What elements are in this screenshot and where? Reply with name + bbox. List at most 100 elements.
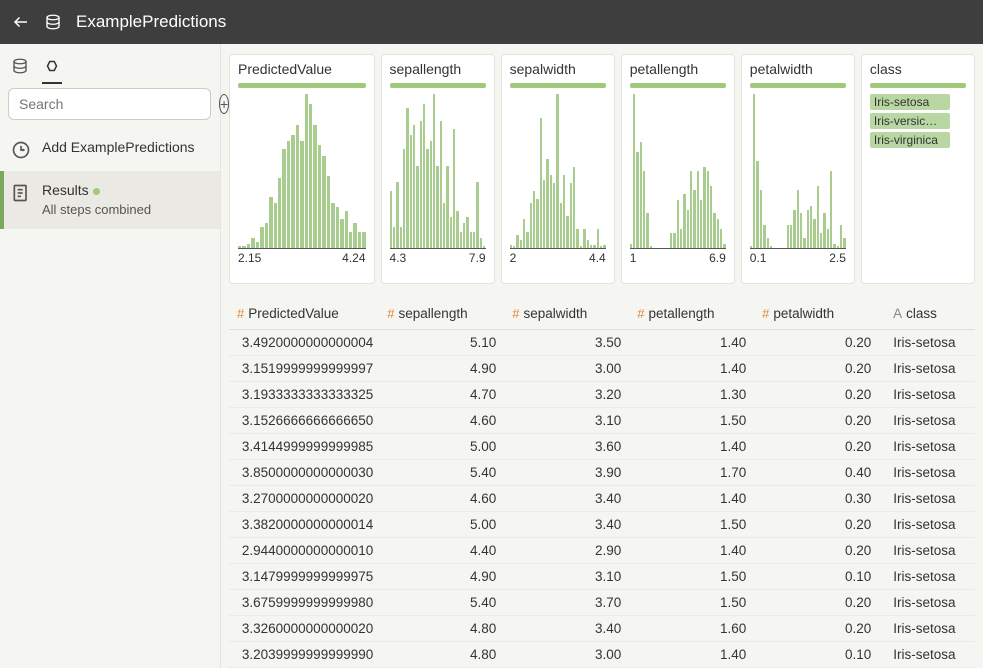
table-row[interactable]: 3.19333333333333254.703.201.300.20Iris-s… (229, 382, 975, 408)
column-card[interactable]: sepallength4.37.9 (381, 54, 495, 284)
category-list: Iris-setosaIris-versic…Iris-virginica (870, 94, 966, 148)
cell: 5.10 (387, 335, 506, 350)
axis-max: 4.4 (589, 251, 606, 265)
cell: 0.20 (762, 517, 881, 532)
axis-min: 4.3 (390, 251, 407, 265)
column-header[interactable]: #sepalwidth (512, 306, 631, 321)
axis-min: 1 (630, 251, 637, 265)
cell: 5.40 (387, 595, 506, 610)
cell: 4.40 (387, 543, 506, 558)
cell: 0.10 (762, 569, 881, 584)
cell: 3.4144999999999985 (229, 439, 381, 454)
cell: 4.80 (387, 647, 506, 662)
cell: 1.70 (637, 465, 756, 480)
cell: 3.3260000000000020 (229, 621, 381, 636)
table-row[interactable]: 3.14799999999999754.903.101.500.10Iris-s… (229, 564, 975, 590)
search-input[interactable] (8, 88, 211, 120)
axis-max: 4.24 (342, 251, 365, 265)
cell: 3.00 (512, 647, 631, 662)
sidebar-tab-dataset-icon[interactable] (6, 52, 34, 80)
cell: 0.10 (762, 647, 881, 662)
cell: Iris-setosa (887, 361, 975, 376)
table-row[interactable]: 3.38200000000000145.003.401.500.20Iris-s… (229, 512, 975, 538)
cell: 3.1933333333333325 (229, 387, 381, 402)
table-row[interactable]: 3.32600000000000204.803.401.600.20Iris-s… (229, 616, 975, 642)
step-item[interactable]: ResultsAll steps combined (0, 171, 220, 229)
cell: 0.20 (762, 413, 881, 428)
axis-max: 6.9 (709, 251, 726, 265)
histogram (750, 94, 846, 249)
axis-min: 2.15 (238, 251, 261, 265)
cell: 1.40 (637, 439, 756, 454)
axis-min: 2 (510, 251, 517, 265)
cell: 1.40 (637, 335, 756, 350)
cell: 3.00 (512, 361, 631, 376)
column-title: class (870, 61, 966, 77)
table-row[interactable]: 3.15266666666666504.603.101.500.20Iris-s… (229, 408, 975, 434)
column-card[interactable]: petallength 1 6.9 (621, 54, 735, 284)
column-card[interactable]: class Iris-setosaIris-versic…Iris-virgini… (861, 54, 975, 284)
back-icon[interactable] (12, 13, 30, 31)
type-icon: # (762, 306, 769, 321)
cell: 0.20 (762, 543, 881, 558)
table-row[interactable]: 3.85000000000000305.403.901.700.40Iris-s… (229, 460, 975, 486)
cell: 3.6759999999999980 (229, 595, 381, 610)
cell: Iris-setosa (887, 595, 975, 610)
column-header[interactable]: Aclass (887, 306, 975, 321)
cell: 3.10 (512, 569, 631, 584)
step-icon (10, 139, 32, 161)
column-header[interactable]: #petallength (637, 306, 756, 321)
cell: Iris-setosa (887, 491, 975, 506)
sidebar-tab-flow-icon[interactable] (38, 52, 66, 80)
step-title: Add ExamplePredictions (42, 138, 202, 158)
cell: 3.2039999999999990 (229, 647, 381, 662)
axis-max: 2.5 (829, 251, 846, 265)
column-card[interactable]: PredictedValue2.154.24 (229, 54, 375, 284)
table-row[interactable]: 3.49200000000000045.103.501.400.20Iris-s… (229, 330, 975, 356)
cell: 3.2700000000000020 (229, 491, 381, 506)
cell: Iris-setosa (887, 569, 975, 584)
cell: 3.40 (512, 517, 631, 532)
cell: 3.40 (512, 621, 631, 636)
cell: 5.00 (387, 517, 506, 532)
column-header[interactable]: #PredictedValue (229, 306, 381, 321)
cell: 3.20 (512, 387, 631, 402)
cell: Iris-setosa (887, 387, 975, 402)
type-icon: # (237, 306, 244, 321)
category-chip: Iris-setosa (870, 94, 950, 110)
column-title: sepallength (390, 61, 486, 77)
table-row[interactable]: 3.27000000000000204.603.401.400.30Iris-s… (229, 486, 975, 512)
table-row[interactable]: 3.15199999999999974.903.001.400.20Iris-s… (229, 356, 975, 382)
cell: 1.60 (637, 621, 756, 636)
cell: Iris-setosa (887, 439, 975, 454)
column-card[interactable]: sepalwidth24.4 (501, 54, 615, 284)
cell: 5.40 (387, 465, 506, 480)
cell: 0.20 (762, 335, 881, 350)
column-header[interactable]: #petalwidth (762, 306, 881, 321)
table-row[interactable]: 3.41449999999999855.003.601.400.20Iris-s… (229, 434, 975, 460)
cell: 4.70 (387, 387, 506, 402)
cell: 1.50 (637, 517, 756, 532)
cell: 1.40 (637, 491, 756, 506)
cell: 3.4920000000000004 (229, 335, 381, 350)
cell: 0.20 (762, 621, 881, 636)
histogram (630, 94, 726, 249)
column-card[interactable]: petalwidth0.12.5 (741, 54, 855, 284)
table-row[interactable]: 3.20399999999999904.803.001.400.10Iris-s… (229, 642, 975, 668)
step-sub: All steps combined (42, 201, 151, 219)
column-header[interactable]: #sepallength (387, 306, 506, 321)
cell: 1.40 (637, 361, 756, 376)
cell: 3.1479999999999975 (229, 569, 381, 584)
cell: 4.60 (387, 491, 506, 506)
cell: 3.50 (512, 335, 631, 350)
step-item[interactable]: Add ExamplePredictions (0, 128, 220, 171)
cell: Iris-setosa (887, 465, 975, 480)
column-title: petalwidth (750, 61, 846, 77)
type-icon: # (387, 306, 394, 321)
cell: 4.80 (387, 621, 506, 636)
cell: 3.1526666666666650 (229, 413, 381, 428)
table-row[interactable]: 3.67599999999999805.403.701.500.20Iris-s… (229, 590, 975, 616)
cell: 4.90 (387, 569, 506, 584)
table-row[interactable]: 2.94400000000000104.402.901.400.20Iris-s… (229, 538, 975, 564)
column-title: petallength (630, 61, 726, 77)
